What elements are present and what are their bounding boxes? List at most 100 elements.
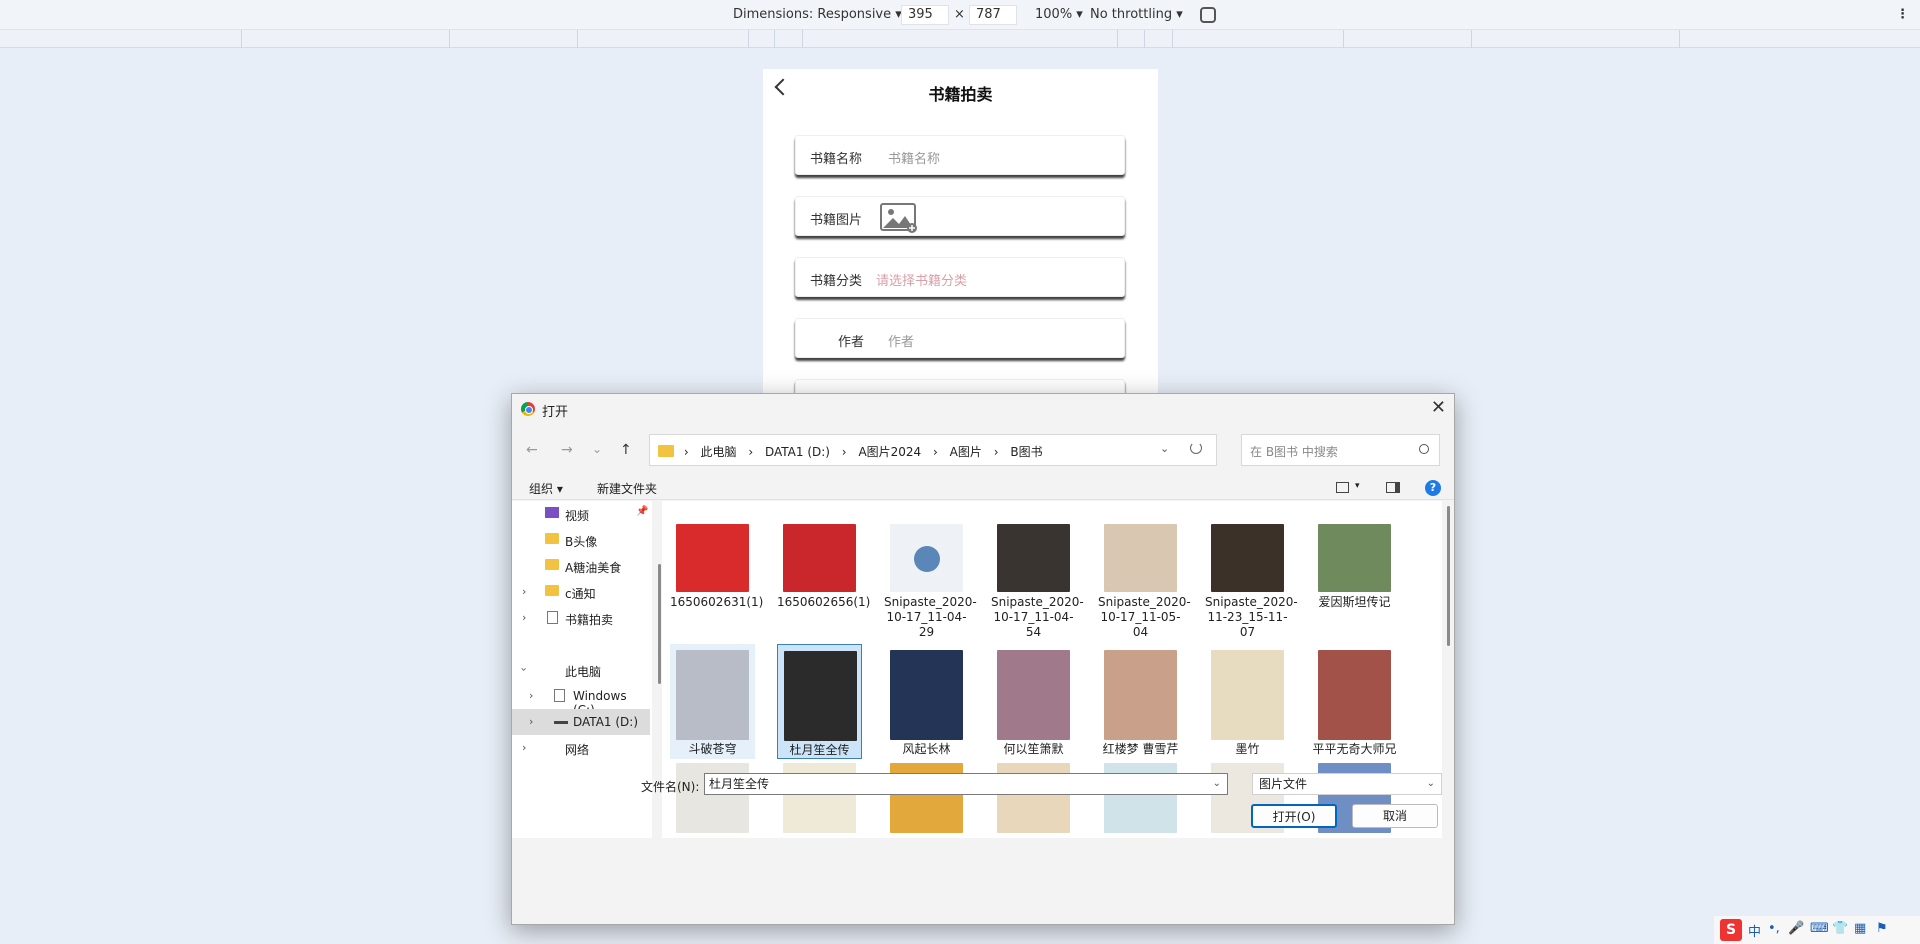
toolbox-icon[interactable]: ▦ [1854,921,1866,936]
file-name: 1650602631(1) [670,595,764,609]
category-select[interactable]: 请选择书籍分类 [876,270,967,289]
sidebar-item-a-food[interactable]: A糖油美食 [512,553,650,579]
file-item[interactable] [1098,759,1183,838]
address-bar[interactable]: › 此电脑 › DATA1 (D:) › A图片2024 › A图片 › B图书… [649,434,1217,466]
back-icon[interactable]: ← [526,442,538,458]
sidebar-item-b-avatar[interactable]: B头像 [512,527,650,553]
view-icon[interactable] [1336,482,1349,493]
new-folder-button[interactable]: 新建文件夹 [597,480,657,497]
video-icon [545,507,559,518]
chevron-right-icon[interactable]: › [529,689,533,702]
close-icon[interactable]: ✕ [1431,397,1446,418]
sidebar-item-video[interactable]: 视频 📌 [512,501,650,527]
rotate-icon[interactable] [1200,7,1216,23]
breadcrumb-item[interactable]: 此电脑 [700,445,736,459]
file-item[interactable]: 何以笙箫默 [991,644,1076,759]
chevron-right-icon[interactable]: › [522,585,526,598]
image-upload-icon[interactable] [880,203,918,233]
author-field[interactable]: 作者 作者 [795,318,1125,358]
sidebar-item-book-auction[interactable]: › 书籍拍卖 [512,605,650,631]
book-image-field[interactable]: 书籍图片 [795,196,1125,236]
preview-pane-icon[interactable] [1386,482,1400,493]
file-name-input[interactable]: 杜月笙全传 ⌄ [704,773,1228,795]
file-item[interactable]: 斗破苍穹 [670,644,755,759]
sidebar-item-label: 视频 [565,509,590,523]
zoom-dropdown[interactable]: 100% ▾ [1035,7,1083,22]
chevron-right-icon[interactable]: › [522,741,526,754]
book-category-field[interactable]: 书籍分类 请选择书籍分类 [795,257,1125,297]
chevron-down-icon[interactable]: ⌄ [1160,442,1169,455]
chevron-right-icon[interactable]: › [522,611,526,624]
book-name-field[interactable]: 书籍名称 书籍名称 [795,135,1125,175]
file-item[interactable]: 平平无奇大师兄 [1312,644,1397,759]
forward-icon[interactable]: → [561,442,573,458]
file-item[interactable]: 杜月笙全传 [777,644,862,759]
up-icon[interactable]: ↑ [620,442,632,458]
sidebar-item-label: A糖油美食 [565,561,622,575]
author-input[interactable]: 作者 [888,331,914,350]
file-type-select[interactable]: 图片文件 ⌄ [1252,773,1442,795]
file-item[interactable]: 爱因斯坦传记 [1312,509,1397,627]
breadcrumb-item[interactable]: B图书 [1010,445,1042,459]
file-thumbnail [890,650,963,740]
file-list-scrollbar[interactable] [1447,506,1450,646]
ime-logo-icon[interactable]: S [1720,919,1742,941]
skin-icon[interactable]: 👕 [1832,921,1848,936]
sidebar-item-data1-d[interactable]: › DATA1 (D:) [512,709,650,735]
help-icon[interactable]: ? [1425,480,1441,496]
chevron-down-icon[interactable]: ⌄ [1427,774,1435,794]
file-item[interactable]: Snipaste_2020-10-17_11-04-54 [991,509,1084,639]
search-input[interactable]: 在 B图书 中搜索 [1250,443,1338,460]
chevron-down-icon[interactable]: ⌄ [1213,774,1221,794]
file-item[interactable] [670,759,755,838]
file-item[interactable] [884,759,969,838]
breadcrumb-item[interactable]: A图片 [950,445,982,459]
flag-icon[interactable]: ⚑ [1876,921,1888,936]
sidebar-item-this-pc[interactable]: › 此电脑 [512,657,650,683]
open-button[interactable]: 打开(O) [1251,804,1337,828]
breadcrumb-item[interactable]: DATA1 (D:) [765,445,830,459]
sidebar-item-network[interactable]: › 网络 [512,735,650,761]
dimensions-dropdown[interactable]: Dimensions: Responsive ▾ [733,7,902,22]
file-item[interactable]: 风起长林 [884,644,969,759]
more-icon[interactable]: ⋮ [1896,7,1909,22]
height-input[interactable]: 787 [969,5,1017,25]
field-label: 书籍图片 [810,213,863,228]
file-type-value: 图片文件 [1259,777,1308,791]
punctuation-icon[interactable]: •, [1768,921,1780,936]
file-item[interactable] [991,759,1076,838]
file-item[interactable]: 墨竹 [1205,644,1290,759]
sidebar-scrollbar[interactable] [658,564,661,684]
file-item[interactable]: 红楼梦 曹雪芹 [1098,644,1183,759]
organize-button[interactable]: 组织 ▾ [529,480,563,497]
file-item[interactable]: Snipaste_2020-10-17_11-05-04 [1098,509,1191,639]
throttle-dropdown[interactable]: No throttling ▾ [1090,7,1183,22]
file-thumbnail [1318,650,1391,740]
cancel-button[interactable]: 取消 [1352,804,1438,828]
chevron-right-icon[interactable]: › [529,715,533,728]
width-input[interactable]: 395 [901,5,949,25]
chevron-down-icon[interactable]: › [518,667,531,671]
file-item[interactable]: 1650602631(1) [670,509,764,627]
file-item[interactable]: Snipaste_2020-11-23_15-11-07 [1205,509,1298,639]
file-item[interactable] [777,759,862,838]
book-name-input[interactable]: 书籍名称 [888,148,940,167]
search-icon[interactable] [1419,444,1429,454]
search-box[interactable]: 在 B图书 中搜索 [1241,434,1440,466]
refresh-icon[interactable] [1190,442,1202,454]
file-item[interactable]: 1650602656(1) [777,509,870,627]
file-item[interactable]: Snipaste_2020-10-17_11-04-29 [884,509,977,639]
file-thumbnail [1104,524,1177,592]
sidebar-item-c-notice[interactable]: › c通知 [512,579,650,605]
breadcrumb-item[interactable]: A图片2024 [858,445,921,459]
view-dropdown-icon[interactable]: ▾ [1355,481,1360,491]
file-thumbnail [1318,524,1391,592]
pin-icon[interactable]: 📌 [636,506,648,517]
keyboard-icon[interactable]: ⌨ [1810,921,1829,936]
recent-locations-icon[interactable]: ⌄ [592,442,602,456]
ime-mode[interactable]: 中 [1748,921,1761,940]
file-thumbnail [997,524,1070,592]
file-thumbnail [1211,524,1284,592]
mic-icon[interactable]: 🎤 [1788,921,1804,936]
sidebar-item-windows-c[interactable]: › Windows (C:) [512,683,650,717]
